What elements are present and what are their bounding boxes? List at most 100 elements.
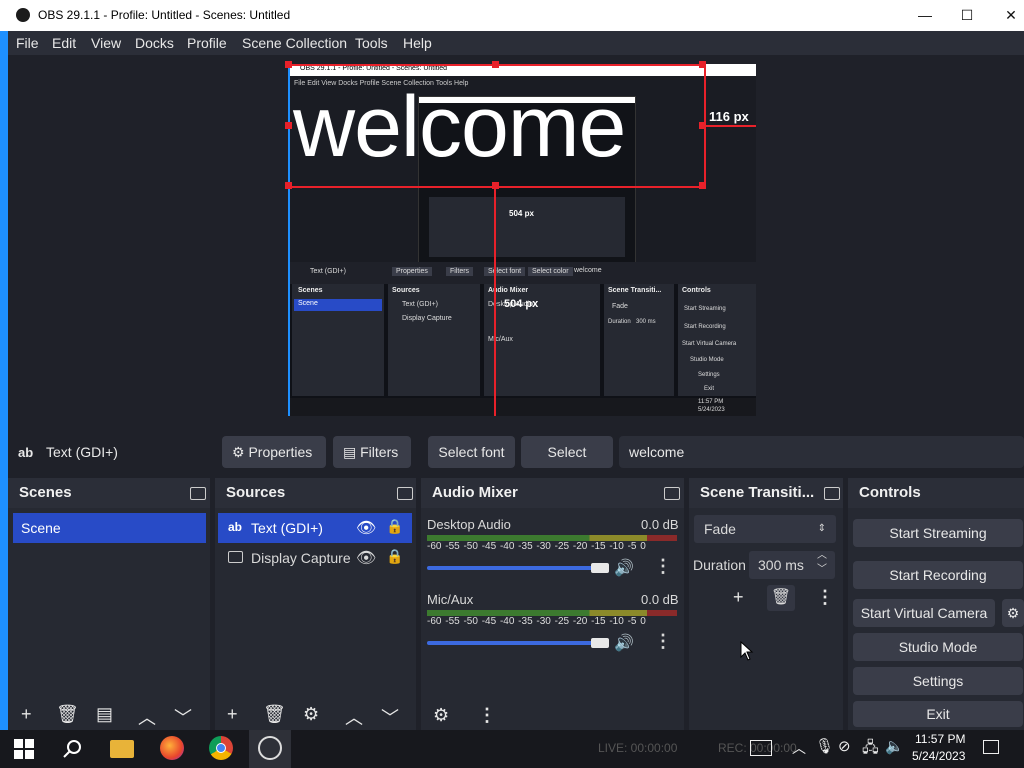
menu-scene-collection[interactable]: Scene Collection xyxy=(242,35,347,51)
volume-slider[interactable] xyxy=(427,641,599,645)
menu-view[interactable]: View xyxy=(91,35,121,51)
virtual-camera-settings-gear-icon[interactable]: ⚙ xyxy=(1002,599,1024,627)
source-item-text[interactable]: ab Text (GDI+) 👁 🔒 xyxy=(218,513,412,543)
source-properties-icon[interactable]: ⚙ xyxy=(303,704,319,725)
dock-float-icon[interactable] xyxy=(397,487,413,500)
obs-taskbar-active[interactable] xyxy=(249,730,291,768)
add-scene-icon[interactable]: + xyxy=(21,704,32,725)
scene-item[interactable]: Scene xyxy=(13,513,206,543)
volume-icon[interactable]: 🔈 xyxy=(885,737,904,755)
menu-docks[interactable]: Docks xyxy=(135,35,174,51)
mixer-menu-icon[interactable]: ⋮ xyxy=(478,705,496,726)
notification-icon[interactable] xyxy=(983,740,999,754)
file-explorer-icon[interactable] xyxy=(110,740,134,758)
obs-icon xyxy=(258,736,282,760)
exit-button[interactable]: Exit xyxy=(853,701,1023,727)
obs-tray-icon[interactable]: ⊘ xyxy=(838,737,851,755)
microphone-icon[interactable]: 🎙 xyxy=(815,737,834,755)
start-virtual-camera-button[interactable]: Start Virtual Camera xyxy=(853,599,995,627)
remove-source-icon[interactable]: 🗑 xyxy=(263,704,286,725)
select-font-button[interactable]: Select font xyxy=(428,436,515,468)
volume-slider-handle[interactable] xyxy=(591,638,609,648)
move-down-icon[interactable]: ﹀ xyxy=(381,704,399,730)
clock-date[interactable]: 5/24/2023 xyxy=(912,749,965,763)
dock-float-icon[interactable] xyxy=(664,487,680,500)
resize-handle-tl[interactable] xyxy=(285,61,292,68)
settings-button[interactable]: Settings xyxy=(853,667,1023,695)
text-input[interactable]: welcome xyxy=(619,436,1024,468)
maximize-button[interactable]: ☐ xyxy=(952,4,982,26)
select-color-button[interactable]: Select color xyxy=(521,436,613,492)
resize-handle-bl[interactable] xyxy=(285,182,292,189)
transitions-dock-title: Scene Transiti... xyxy=(689,478,843,508)
transition-menu-icon[interactable]: ⋮ xyxy=(816,587,834,608)
resize-handle-t[interactable] xyxy=(492,61,499,68)
eye-icon[interactable]: 👁 xyxy=(356,548,376,568)
nested-ctl-2: Start Recording xyxy=(684,324,726,330)
more-options-icon[interactable]: ⋮ xyxy=(654,556,672,577)
menu-edit[interactable]: Edit xyxy=(52,35,76,51)
trash-icon: 🗑 xyxy=(770,589,792,606)
dock-float-icon[interactable] xyxy=(824,487,840,500)
resize-handle-br[interactable] xyxy=(699,182,706,189)
add-transition-icon[interactable]: + xyxy=(733,587,744,608)
nested-sources-title: Sources xyxy=(392,287,420,294)
clock-time[interactable]: 11:57 PM xyxy=(915,732,965,746)
nested-mixer-ch2: Mic/Aux xyxy=(488,336,513,343)
lock-icon[interactable]: 🔒 xyxy=(386,548,403,565)
start-streaming-button[interactable]: Start Streaming xyxy=(853,519,1023,547)
nested-ctl-4: Studio Mode xyxy=(690,357,724,363)
move-up-icon[interactable]: ︿ xyxy=(138,704,156,730)
studio-mode-button[interactable]: Studio Mode xyxy=(853,633,1023,661)
source-item-display[interactable]: Display Capture 👁 🔒 xyxy=(218,543,412,573)
resize-handle-l[interactable] xyxy=(285,122,292,129)
search-icon[interactable] xyxy=(62,738,86,762)
tray-chevron-up-icon[interactable]: ︿ xyxy=(792,738,806,758)
remove-scene-icon[interactable]: 🗑 xyxy=(56,704,79,725)
add-source-icon[interactable]: + xyxy=(227,704,238,725)
properties-button[interactable]: ⚙ Properties xyxy=(222,436,326,468)
spin-arrows-icon[interactable]: ︿ ﹀ xyxy=(817,549,827,577)
mixer-dock-title: Audio Mixer xyxy=(421,478,684,508)
move-up-icon[interactable]: ︿ xyxy=(345,704,363,730)
menu-tools[interactable]: Tools xyxy=(355,35,388,51)
close-button[interactable]: ✕ xyxy=(996,4,1024,26)
advanced-audio-gear-icon[interactable]: ⚙ xyxy=(433,705,449,726)
windows-start-icon[interactable] xyxy=(14,739,38,763)
more-options-icon[interactable]: ⋮ xyxy=(654,631,672,652)
lock-icon[interactable]: 🔒 xyxy=(386,518,403,535)
measure-right-label: 116 px xyxy=(709,109,749,124)
system-tray-keyboard-icon[interactable] xyxy=(750,740,772,756)
resize-handle-r[interactable] xyxy=(699,122,706,129)
audio-mixer-dock: Audio Mixer Desktop Audio 0.0 dB -60 -55… xyxy=(421,478,684,730)
move-down-icon[interactable]: ﹀ xyxy=(174,704,192,730)
window-title: OBS 29.1.1 - Profile: Untitled - Scenes:… xyxy=(38,8,291,22)
volume-slider[interactable] xyxy=(427,566,599,570)
duration-spinbox[interactable]: 300 ms ︿ ﹀ xyxy=(749,549,835,579)
scene-filters-icon[interactable]: ▤ xyxy=(96,704,113,725)
transition-type-select[interactable]: Fade ⇕ xyxy=(694,515,836,543)
resize-handle-tr[interactable] xyxy=(699,61,706,68)
minimize-button[interactable]: — xyxy=(910,4,940,26)
speaker-icon[interactable]: 🔊 xyxy=(614,633,634,653)
start-recording-button[interactable]: Start Recording xyxy=(853,561,1023,589)
nested-ctl-6: Exit xyxy=(704,386,715,392)
menu-help[interactable]: Help xyxy=(403,35,432,51)
volume-slider-handle[interactable] xyxy=(591,563,609,573)
scenes-dock-title: Scenes xyxy=(8,478,210,508)
network-icon[interactable]: 🖧 xyxy=(862,737,879,762)
resize-handle-b[interactable] xyxy=(492,182,499,189)
speaker-icon[interactable]: 🔊 xyxy=(614,558,634,578)
selection-box[interactable] xyxy=(288,64,706,188)
filters-button[interactable]: ▤ Filters xyxy=(333,436,411,468)
dock-float-icon[interactable] xyxy=(190,487,206,500)
firefox-icon[interactable] xyxy=(160,736,184,760)
menu-file[interactable]: File xyxy=(16,35,39,51)
eye-icon[interactable]: 👁 xyxy=(356,518,376,538)
remove-transition-button[interactable]: 🗑 xyxy=(767,585,795,611)
current-source-name: Text (GDI+) xyxy=(46,444,118,460)
guide-bottom-line xyxy=(494,186,496,416)
menu-profile[interactable]: Profile xyxy=(187,35,227,51)
chrome-icon[interactable] xyxy=(209,736,233,760)
nested-time: 11:57 PM xyxy=(698,399,724,405)
